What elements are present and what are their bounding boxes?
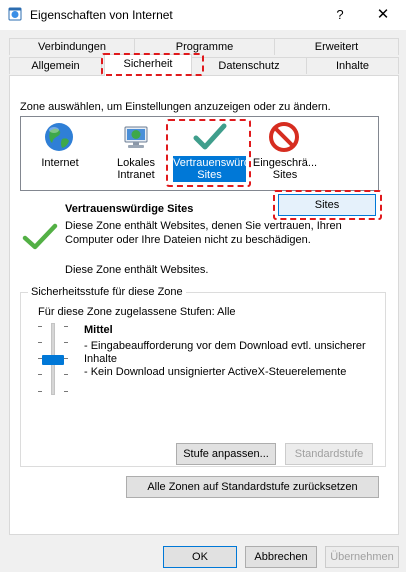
cancel-button[interactable]: Abbrechen — [245, 546, 317, 568]
tab-programme[interactable]: Programme — [134, 38, 275, 55]
slider-tick — [38, 342, 42, 343]
zone-item-lokales-intranet[interactable]: Lokales Intranet — [104, 119, 168, 184]
internet-options-icon — [8, 7, 22, 21]
zone-description: Diese Zone enthält Websites, denen Sie v… — [65, 220, 342, 246]
security-level-group-title: Sicherheitsstufe für diese Zone — [28, 286, 186, 298]
slider-tick — [64, 358, 68, 359]
checkmark-icon — [193, 121, 227, 153]
zone-item-eingeschraenkte-sites[interactable]: Eingeschrä... Sites — [252, 119, 318, 184]
custom-level-button[interactable]: Stufe anpassen... — [176, 443, 276, 465]
zone-label: Lokales Intranet — [117, 157, 155, 181]
help-button[interactable]: ? — [328, 4, 352, 26]
slider-tick — [38, 374, 42, 375]
level-name: Mittel — [84, 324, 113, 336]
level-bullet: - Kein Download unsignierter ActiveX-Ste… — [84, 366, 347, 378]
tab-datenschutz[interactable]: Datenschutz — [191, 57, 307, 74]
slider-tick — [64, 326, 68, 327]
slider-tick — [38, 391, 42, 392]
ok-button[interactable]: OK — [163, 546, 237, 568]
slider-tick — [38, 326, 42, 327]
trusted-zone-icon — [22, 222, 58, 252]
zone-label-selected: Vertrauenswürdige Sites — [173, 156, 265, 182]
intranet-icon — [120, 121, 152, 153]
zone-title: Vertrauenswürdige Sites — [65, 203, 194, 215]
allowed-levels-text: Für diese Zone zugelassene Stufen: Alle — [38, 306, 236, 318]
window-title: Eigenschaften von Internet — [30, 8, 173, 22]
slider-tick — [64, 374, 68, 375]
slider-tick — [64, 391, 68, 392]
apply-button[interactable]: Übernehmen — [325, 546, 399, 568]
zone-note: Diese Zone enthält Websites. — [65, 264, 209, 276]
tab-inhalte[interactable]: Inhalte — [306, 57, 399, 74]
tab-verbindungen[interactable]: Verbindungen — [9, 38, 135, 55]
slider-tick — [64, 342, 68, 343]
close-button[interactable]: ✕ — [368, 4, 398, 26]
level-bullet: - Eingabeaufforderung vor dem Download e… — [84, 340, 366, 365]
restricted-icon — [268, 121, 300, 153]
security-level-group — [20, 292, 386, 467]
zone-label: Eingeschrä... Sites — [252, 157, 318, 181]
globe-icon — [43, 121, 75, 153]
zone-label: Internet — [41, 157, 79, 169]
tab-erweitert[interactable]: Erweitert — [274, 38, 399, 55]
default-level-button[interactable]: Standardstufe — [285, 443, 373, 465]
security-slider-thumb[interactable] — [42, 355, 64, 365]
zone-item-vertrauenswuerdige-sites[interactable]: Vertrauenswürdige Sites — [173, 119, 265, 184]
zone-instruction: Zone auswählen, um Einstellungen anzuzei… — [20, 101, 331, 113]
tab-sicherheit[interactable]: Sicherheit — [104, 54, 192, 76]
reset-all-zones-button[interactable]: Alle Zonen auf Standardstufe zurücksetze… — [126, 476, 379, 498]
sites-button[interactable]: Sites — [278, 194, 376, 216]
tab-allgemein[interactable]: Allgemein — [9, 57, 102, 74]
zone-item-internet[interactable]: Internet — [26, 119, 94, 184]
